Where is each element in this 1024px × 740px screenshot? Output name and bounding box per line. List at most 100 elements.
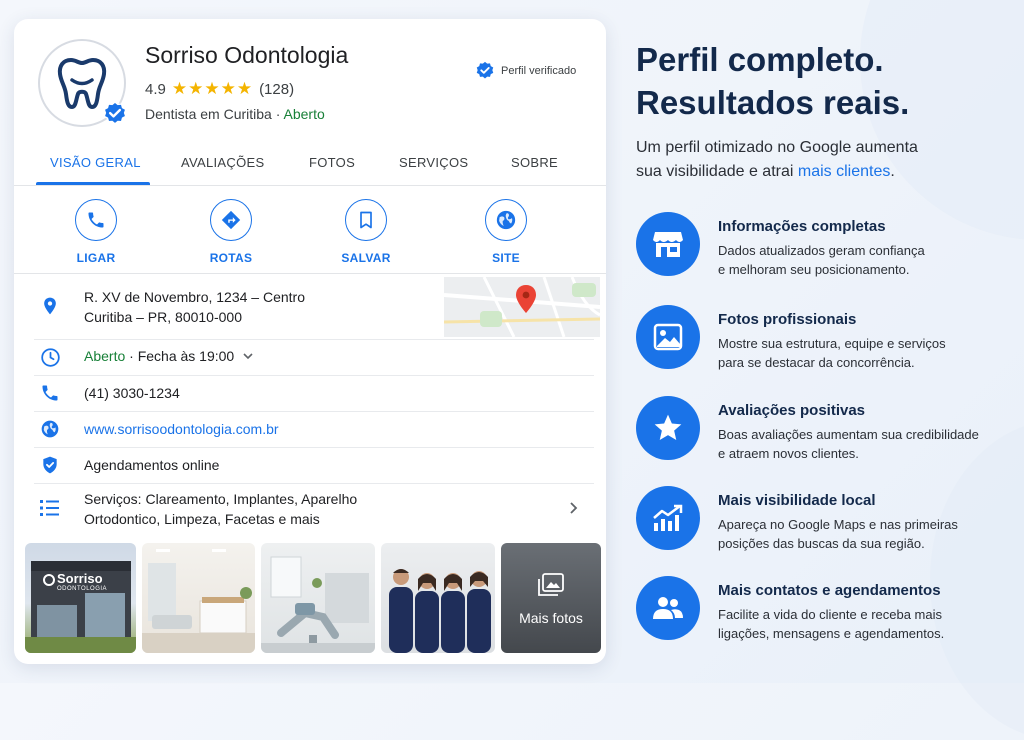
image-icon [653,323,683,351]
clock-icon [41,348,60,367]
subtitle-line-1: Um perfil otimizado no Google aumenta [636,139,918,156]
list-icon [40,500,59,516]
trending-up-icon [653,504,683,531]
feature-avaliacoes: Avaliações positivas Boas avaliações aum… [636,396,1006,466]
hours-detail: · Fecha às 19:00 [129,348,235,364]
headline-line-1: Perfil completo. [636,41,884,78]
tab-visao-geral[interactable]: VISÃO GERAL [50,155,141,170]
verified-badge-icon [476,61,494,79]
storefront-icon [653,232,683,257]
feature-desc-line: e atraem novos clientes. [718,446,859,461]
profile-tabs: VISÃO GERAL AVALIAÇÕES FOTOS SERVIÇOS SO… [14,145,606,186]
tab-avaliacoes[interactable]: AVALIAÇÕES [181,155,264,170]
gallery-icon [538,573,564,596]
photo-reception[interactable] [142,543,255,653]
feature-desc-line: Dados atualizados geram confiança [718,243,925,258]
feature-title: Mais visibilidade local [718,492,876,509]
star-rating-icon: ★★★★★ [171,79,254,98]
bookmark-icon [360,211,372,229]
shield-check-icon [43,456,57,474]
call-label: LIGAR [76,251,116,265]
feature-title: Informações completas [718,218,886,235]
booking-row[interactable]: Agendamentos online [34,447,594,484]
headline: Perfil completo. Resultados reais. [636,38,1006,124]
facade-sign-sub: ODONTOLOGIA [57,586,108,592]
feature-contatos: Mais contatos e agendamentos Facilite a … [636,576,1006,646]
phone-icon [42,385,58,401]
website-button[interactable]: SITE [466,199,546,265]
feature-desc-line: posições das buscas da sua região. [718,536,925,551]
globe-icon [41,420,59,438]
feature-description: Mostre sua estrutura, equipe e serviços p… [718,334,1008,372]
booking-text: Agendamentos online [84,457,220,473]
feature-fotos: Fotos profissionais Mostre sua estrutura… [636,305,1006,375]
feature-description: Apareça no Google Maps e nas primeiras po… [718,515,1008,553]
feature-desc-line: Facilite a vida do cliente e receba mais [718,607,943,622]
services-label: Serviços: [84,491,142,507]
people-icon [653,597,683,619]
feature-description: Boas avaliações aumentam sua credibilida… [718,425,1008,463]
chevron-right-icon[interactable] [568,501,578,515]
photo-gallery: Sorriso ODONTOLOGIA Mais fotos [25,543,601,653]
subtitle: Um perfil otimizado no Google aumenta su… [636,136,986,184]
verified-badge-icon [103,101,127,125]
business-logo [38,39,127,127]
photo-facade[interactable]: Sorriso ODONTOLOGIA [25,543,136,653]
website-label: SITE [492,251,520,265]
photo-dental-office[interactable] [261,543,375,653]
business-profile-card: Sorriso Odontologia 4.9 ★★★★★ (128) Dent… [14,19,606,664]
chevron-down-icon[interactable] [242,351,254,361]
more-photos-label: Mais fotos [519,610,583,626]
phone-number: (41) 3030-1234 [84,385,180,401]
verified-profile-badge: Perfil verificado [475,61,576,81]
tab-fotos[interactable]: FOTOS [309,155,355,170]
tooth-icon [57,58,107,109]
feature-desc-line: para se destacar da concorrência. [718,355,915,370]
save-button[interactable]: SALVAR [326,199,406,265]
feature-description: Facilite a vida do cliente e receba mais… [718,605,1008,643]
feature-title: Mais contatos e agendamentos [718,582,941,599]
rating-value: 4.9 [145,80,166,98]
save-label: SALVAR [341,251,391,265]
feature-title: Avaliações positivas [718,402,866,419]
feature-desc-line: Boas avaliações aumentam sua credibilida… [718,427,979,442]
tab-servicos[interactable]: SERVIÇOS [399,155,468,170]
subtitle-line-2: sua visibilidade e atrai [636,163,798,180]
feature-desc-line: Apareça no Google Maps e nas primeiras [718,517,958,532]
call-button[interactable]: LIGAR [56,199,136,265]
address-line-2: Curitiba – PR, 80010-000 [84,309,242,325]
feature-desc-line: Mostre sua estrutura, equipe e serviços [718,336,946,351]
active-tab-indicator [36,182,150,185]
open-status: Aberto [283,106,325,122]
map-thumbnail[interactable] [444,277,600,337]
website-row[interactable]: www.sorrisoodontologia.com.br [34,411,594,448]
directions-icon [221,210,241,230]
more-photos-button[interactable]: Mais fotos [501,543,601,653]
quick-actions: LIGAR ROTAS SALVAR SITE [14,195,606,274]
feature-title: Fotos profissionais [718,311,857,328]
feature-visibilidade: Mais visibilidade local Apareça no Googl… [636,486,1006,556]
address-line-1: R. XV de Novembro, 1234 – Centro [84,289,306,305]
star-icon [654,414,682,440]
phone-row[interactable]: (41) 3030-1234 [34,375,594,412]
globe-icon [496,210,516,230]
business-category: Dentista em Curitiba · Aberto [145,106,325,122]
services-row[interactable]: Serviços: Clareamento, Implantes, Aparel… [34,483,594,535]
headline-line-2: Resultados reais. [636,84,910,121]
tab-sobre[interactable]: SOBRE [511,155,558,170]
directions-button[interactable]: ROTAS [191,199,271,265]
rating-row: 4.9 ★★★★★ (128) [145,79,294,99]
reviews-count[interactable]: (128) [259,81,294,98]
website-link[interactable]: www.sorrisoodontologia.com.br [84,419,279,439]
photo-team[interactable] [381,543,495,653]
facade-sign-name: Sorriso [57,571,103,586]
services-list-1: Clareamento, Implantes, Aparelho [145,491,358,507]
services-list-2: Ortodontico, Limpeza, Facetas e mais [84,511,320,527]
category-text: Dentista em Curitiba [145,106,272,122]
verified-label: Perfil verificado [501,65,577,77]
subtitle-highlight: mais clientes [797,163,891,180]
separator: · [271,106,284,122]
hours-status: Aberto [84,348,126,364]
hours-row[interactable]: Aberto · Fecha às 19:00 [34,339,594,376]
feature-desc-line: e melhoram seu posicionamento. [718,262,910,277]
